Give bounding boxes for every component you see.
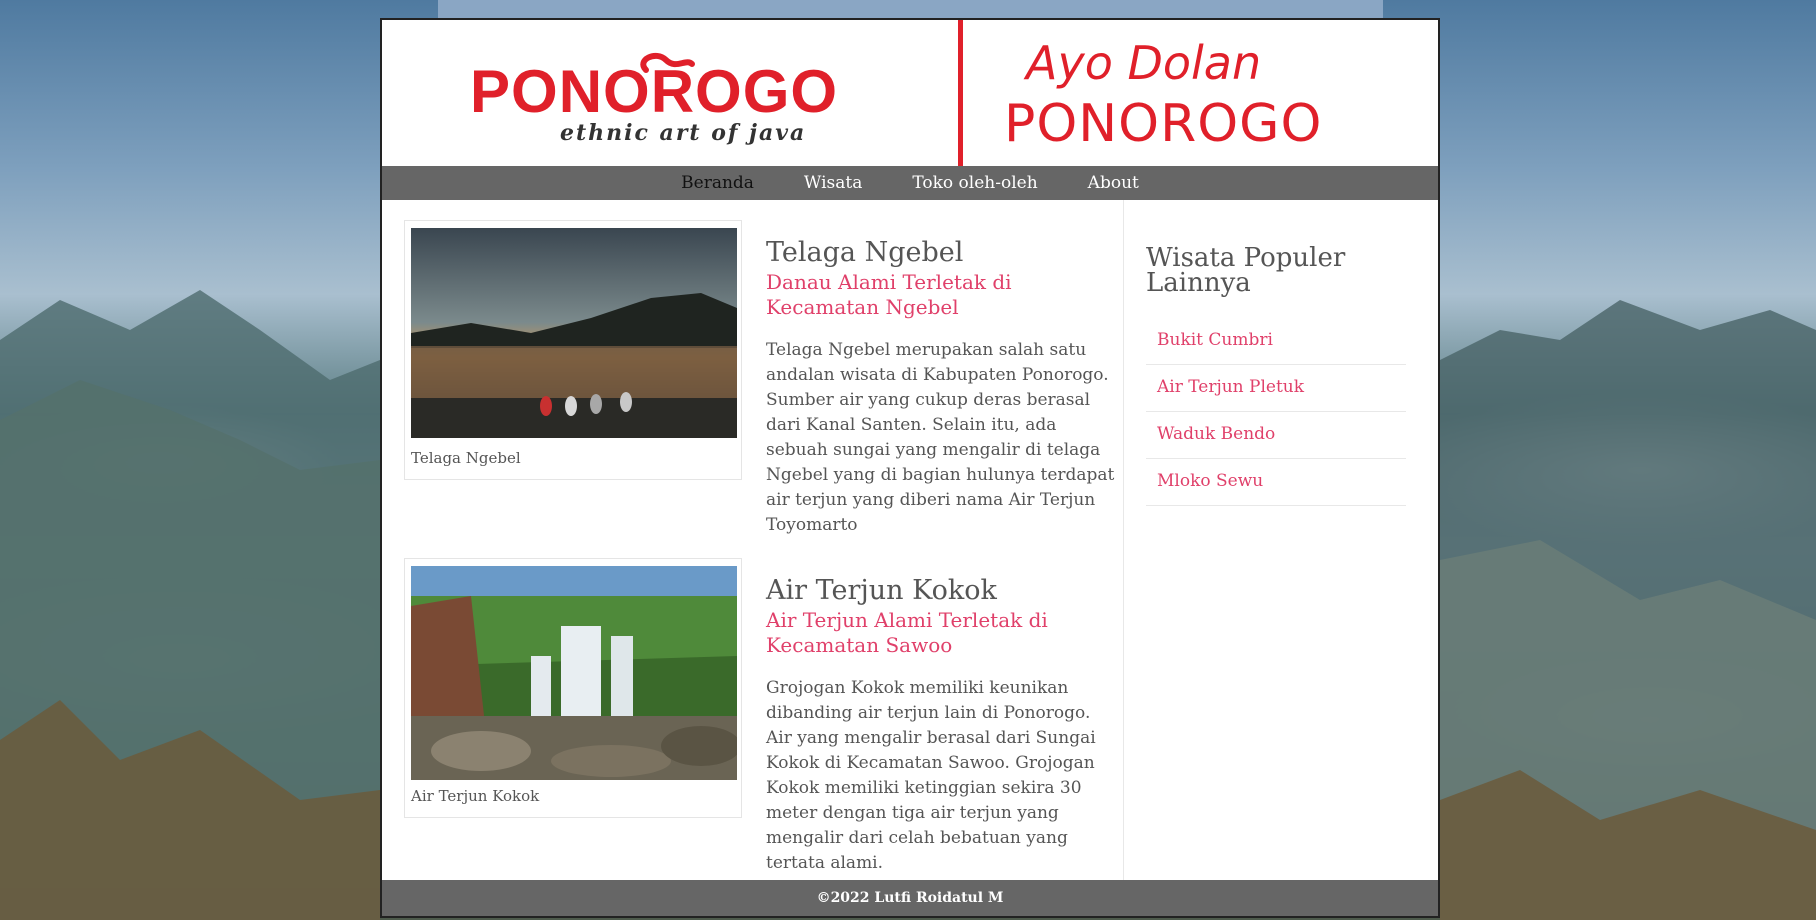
background-sky-strip bbox=[438, 0, 1383, 18]
sidebar-link-waduk-bendo[interactable]: Waduk Bendo bbox=[1157, 424, 1275, 444]
site-footer: ©2022 Lutfi Roidatul M bbox=[382, 880, 1438, 916]
tagline-line1: Ayo Dolan bbox=[1026, 36, 1262, 90]
image-caption: Telaga Ngebel bbox=[411, 449, 521, 467]
nav-item-toko-oleh-oleh[interactable]: Toko oleh-oleh bbox=[912, 173, 1037, 193]
sidebar-link-bukit-cumbri[interactable]: Bukit Cumbri bbox=[1157, 330, 1273, 350]
nav-item-wisata[interactable]: Wisata bbox=[804, 173, 862, 193]
nav-item-about[interactable]: About bbox=[1088, 173, 1139, 193]
tagline-line2: PONOROGO bbox=[1004, 94, 1323, 154]
sidebar-item: Mloko Sewu bbox=[1146, 459, 1406, 506]
sidebar-item: Bukit Cumbri bbox=[1146, 318, 1406, 365]
article-image[interactable] bbox=[411, 566, 737, 780]
header-divider bbox=[958, 20, 963, 166]
article-title: Telaga Ngebel bbox=[766, 237, 964, 268]
sidebar-link-air-terjun-pletuk[interactable]: Air Terjun Pletuk bbox=[1157, 377, 1304, 397]
image-caption: Air Terjun Kokok bbox=[411, 787, 540, 805]
site-logo[interactable]: PONOROGO ethnic art of java bbox=[470, 50, 910, 160]
logo-subtitle: ethnic art of java bbox=[560, 120, 807, 146]
lake-sunset-image bbox=[411, 228, 737, 438]
page-container: PONOROGO ethnic art of java Ayo Dolan PO… bbox=[380, 18, 1440, 918]
sidebar-divider bbox=[1123, 200, 1124, 898]
article-title: Air Terjun Kokok bbox=[766, 575, 997, 606]
article-subtitle: Air Terjun Alami Terletak di Kecamatan S… bbox=[766, 608, 1048, 657]
sidebar-item: Air Terjun Pletuk bbox=[1146, 365, 1406, 412]
site-header: PONOROGO ethnic art of java Ayo Dolan PO… bbox=[382, 20, 1438, 166]
article: Telaga Ngebel Danau Alami Terletak di Ke… bbox=[766, 238, 1118, 538]
article-body: Grojogan Kokok memiliki keunikan dibandi… bbox=[766, 678, 1096, 873]
main-content: Telaga Ngebel Telaga Ngebel Danau Alami … bbox=[382, 200, 1438, 898]
article: Air Terjun Kokok Air Terjun Alami Terlet… bbox=[766, 576, 1118, 876]
footer-copyright: ©2022 Lutfi Roidatul M bbox=[816, 890, 1004, 906]
main-nav: Beranda Wisata Toko oleh-oleh About bbox=[382, 166, 1438, 200]
sidebar-item: Waduk Bendo bbox=[1146, 412, 1406, 459]
sidebar-title: Wisata Populer Lainnya bbox=[1146, 243, 1346, 298]
article-image-card: Air Terjun Kokok bbox=[404, 558, 742, 818]
article-body: Telaga Ngebel merupakan salah satu andal… bbox=[766, 340, 1115, 535]
nav-item-beranda[interactable]: Beranda bbox=[681, 173, 754, 193]
sidebar: Wisata Populer Lainnya Bukit Cumbri Air … bbox=[1146, 243, 1406, 506]
sidebar-link-mloko-sewu[interactable]: Mloko Sewu bbox=[1157, 471, 1263, 491]
waterfall-image bbox=[411, 566, 737, 780]
sidebar-list: Bukit Cumbri Air Terjun Pletuk Waduk Ben… bbox=[1146, 318, 1406, 506]
article-subtitle: Danau Alami Terletak di Kecamatan Ngebel bbox=[766, 270, 1012, 319]
article-image-card: Telaga Ngebel bbox=[404, 220, 742, 480]
article-image[interactable] bbox=[411, 228, 737, 438]
